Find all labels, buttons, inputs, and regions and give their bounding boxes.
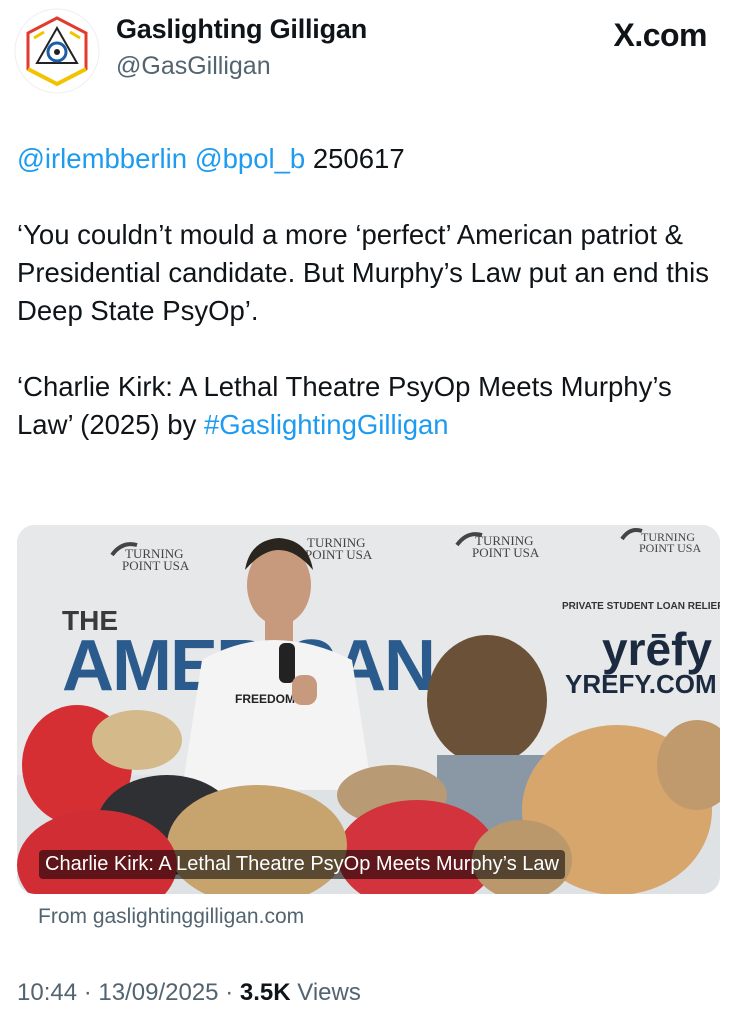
sponsor-brand: yrēfy [602,623,712,675]
tweet-meta: 10:44 · 13/09/2025 · 3.5K Views [17,979,361,1007]
avatar[interactable] [14,8,100,94]
tweet-paragraph: ‘You couldn’t mould a more ‘perfect’ Ame… [17,219,709,326]
separator: · [225,979,234,1006]
views-label: Views [297,979,361,1006]
tweet-time[interactable]: 10:44 [17,979,77,1006]
svg-text:POINT USA: POINT USA [472,545,540,560]
mention-link[interactable]: @bpol_b [195,143,306,174]
svg-text:POINT USA: POINT USA [122,558,190,573]
card-source[interactable]: From gaslightinggilligan.com [38,905,304,929]
turning-point-logo: TURNING POINT USA [305,535,373,562]
sponsor-url: YREFY.COM [565,669,717,699]
sponsor-line: PRIVATE STUDENT LOAN RELIEF [562,601,720,612]
tweet-date[interactable]: 13/09/2025 [98,979,218,1006]
hashtag-link[interactable]: #GaslightingGilligan [204,409,449,440]
card-caption: Charlie Kirk: A Lethal Theatre PsyOp Mee… [39,850,565,879]
tweet-line-mentions: @irlembberlin @bpol_b 250617 [17,140,717,178]
svg-text:POINT USA: POINT USA [639,541,701,555]
brand-logo: X.com [613,17,707,53]
tweet-code: 250617 [312,143,405,174]
avatar-logo-icon [14,8,100,94]
mention-link[interactable]: @irlembberlin [17,143,187,174]
tweet-header: Gaslighting Gilligan @GasGilligan X.com [0,0,737,110]
link-card[interactable]: TURNING POINT USA TURNING POINT USA TURN… [17,525,720,894]
svg-text:POINT USA: POINT USA [305,547,373,562]
card-image: TURNING POINT USA TURNING POINT USA TURN… [17,525,720,894]
author-name[interactable]: Gaslighting Gilligan [116,14,367,45]
author-handle[interactable]: @GasGilligan [116,52,271,81]
separator: · [83,979,92,1006]
tweet-paragraph: ‘Charlie Kirk: A Lethal Theatre PsyOp Me… [17,368,717,444]
tweet-body: @irlembberlin @bpol_b 250617 ‘You couldn… [17,140,717,482]
shirt-text: FREEDOM [235,692,295,706]
views-count: 3.5K [239,979,291,1006]
